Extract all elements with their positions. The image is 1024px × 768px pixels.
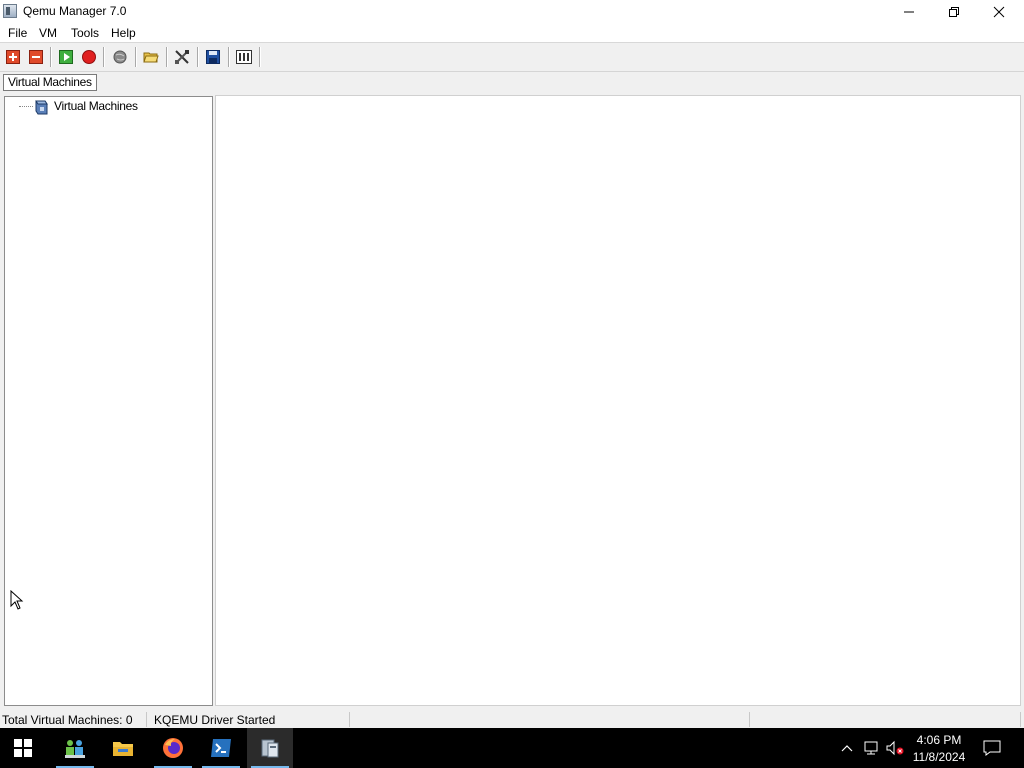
- windows-logo-icon: [14, 739, 32, 757]
- clock-time: 4:06 PM: [916, 733, 962, 747]
- status-divider: [749, 712, 750, 727]
- people-app-icon: [65, 740, 85, 758]
- action-center-button[interactable]: [983, 739, 1001, 757]
- show-hidden-icons-button[interactable]: [838, 739, 856, 757]
- console-icon: [236, 50, 252, 64]
- title-bar: Qemu Manager 7.0: [0, 0, 1024, 24]
- app-icon: [3, 4, 17, 18]
- firefox-icon: [163, 738, 183, 758]
- window-title: Qemu Manager 7.0: [23, 4, 127, 18]
- minimize-button[interactable]: [886, 0, 931, 24]
- taskbar-people-app[interactable]: [52, 728, 98, 768]
- tree-node-virtual-machines[interactable]: Virtual Machines: [52, 99, 140, 113]
- virtual-machines-icon: [35, 100, 48, 115]
- open-folder-icon: [143, 52, 159, 63]
- add-vm-icon: [6, 50, 20, 64]
- toolbar-separator: [50, 47, 52, 67]
- vm-tree-panel[interactable]: Virtual Machines: [4, 96, 213, 706]
- toolbar-separator: [166, 47, 168, 67]
- network-tray-button[interactable]: [862, 739, 880, 757]
- taskbar-firefox[interactable]: [150, 728, 196, 768]
- status-total-vms: Total Virtual Machines: 0: [2, 713, 133, 727]
- menu-bar: File VM Tools Help: [0, 24, 1024, 43]
- vm-details-panel: [215, 95, 1021, 706]
- start-vm-button[interactable]: [57, 48, 75, 66]
- volume-tray-button[interactable]: [886, 739, 904, 757]
- network-button[interactable]: [111, 48, 129, 66]
- volume-muted-icon: [886, 740, 904, 756]
- remove-vm-button[interactable]: [27, 48, 45, 66]
- tab-virtual-machines[interactable]: Virtual Machines: [3, 74, 97, 91]
- status-divider: [349, 712, 350, 727]
- chevron-up-icon: [841, 745, 853, 752]
- taskbar: 4:06 PM 11/8/2024: [0, 728, 1024, 768]
- status-driver: KQEMU Driver Started: [154, 713, 276, 727]
- menu-vm[interactable]: VM: [39, 26, 57, 40]
- close-button[interactable]: [976, 0, 1021, 24]
- toolbar-separator: [259, 47, 261, 67]
- restore-icon: [948, 7, 959, 17]
- open-folder-button[interactable]: [142, 48, 160, 66]
- close-icon: [993, 6, 1004, 18]
- stop-vm-button[interactable]: [80, 48, 98, 66]
- network-status-icon: [864, 741, 878, 755]
- network-icon: [113, 50, 127, 64]
- toolbar-separator: [197, 47, 199, 67]
- menu-help[interactable]: Help: [111, 26, 136, 40]
- taskbar-clock[interactable]: 4:06 PM 11/8/2024: [908, 732, 970, 766]
- minimize-icon: [903, 11, 914, 13]
- restore-button[interactable]: [931, 0, 976, 24]
- qemu-manager-icon: [261, 739, 279, 758]
- settings-tools-icon: [175, 50, 189, 64]
- save-icon: [206, 50, 220, 64]
- status-bar: Total Virtual Machines: 0 KQEMU Driver S…: [0, 709, 1024, 729]
- remove-vm-icon: [29, 50, 43, 64]
- status-divider: [146, 712, 147, 727]
- add-vm-button[interactable]: [4, 48, 22, 66]
- powershell-icon: [211, 739, 231, 757]
- toolbar-separator: [135, 47, 137, 67]
- file-explorer-icon: [113, 742, 133, 756]
- tree-connector: [19, 106, 33, 107]
- menu-file[interactable]: File: [8, 26, 27, 40]
- tab-strip: Virtual Machines: [0, 72, 1024, 92]
- menu-tools[interactable]: Tools: [71, 26, 99, 40]
- start-vm-icon: [59, 50, 73, 64]
- save-button[interactable]: [204, 48, 222, 66]
- mouse-cursor-icon: [10, 590, 24, 610]
- settings-tools-button[interactable]: [173, 48, 191, 66]
- console-button[interactable]: [235, 48, 253, 66]
- clock-date: 11/8/2024: [912, 750, 966, 764]
- taskbar-qemu-manager[interactable]: [247, 728, 293, 768]
- notification-icon: [983, 740, 1001, 756]
- toolbar-separator: [228, 47, 230, 67]
- status-divider: [1020, 712, 1021, 727]
- start-button[interactable]: [0, 728, 46, 768]
- toolbar-separator: [103, 47, 105, 67]
- taskbar-file-explorer[interactable]: [100, 728, 146, 768]
- taskbar-powershell[interactable]: [198, 728, 244, 768]
- toolbar: [0, 43, 1024, 72]
- stop-vm-icon: [82, 50, 96, 64]
